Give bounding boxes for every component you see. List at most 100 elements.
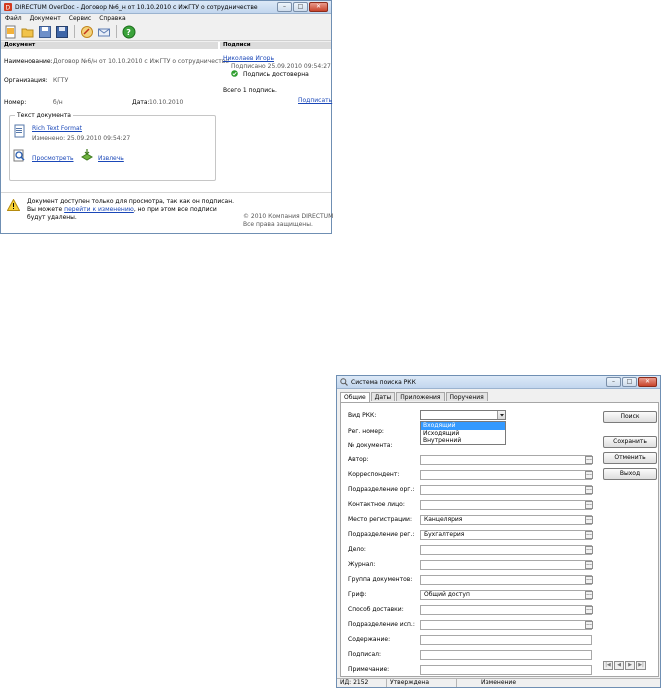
warning-line-2-prefix: Вы можете	[27, 206, 65, 213]
status-mode: Изменение	[481, 679, 517, 686]
close-button[interactable]: ✕	[638, 377, 657, 387]
note-field[interactable]	[420, 665, 592, 675]
kind-select[interactable]	[420, 410, 506, 420]
correspondent-field[interactable]	[420, 470, 592, 480]
tab-dates[interactable]: Даты	[370, 392, 396, 401]
rtf-file-icon	[14, 124, 25, 138]
author-field[interactable]	[420, 455, 592, 465]
overdoc-window: D DIRECTUM OverDoc - Договор №6_н от 10.…	[0, 0, 333, 234]
menu-service[interactable]: Сервис	[69, 15, 91, 22]
kind-option-outgoing[interactable]: Исходящий	[421, 430, 505, 438]
signed-label: Подписал:	[348, 651, 381, 658]
org-division-field[interactable]	[420, 485, 592, 495]
tab-attachments[interactable]: Приложения	[396, 392, 445, 401]
exec-division-field[interactable]	[420, 620, 592, 630]
correspondent-lookup-button[interactable]: ...	[585, 471, 593, 479]
contact-label: Контактное лицо:	[348, 501, 405, 508]
warning-line-1: Документ доступен только для просмотра, …	[27, 198, 235, 205]
view-magnifier-icon[interactable]	[13, 149, 26, 162]
help-icon[interactable]: ?	[122, 25, 136, 39]
case-lookup-button[interactable]: ...	[585, 546, 593, 554]
go-to-edit-link[interactable]: перейти к изменению	[64, 206, 134, 213]
send-mail-icon[interactable]	[97, 25, 111, 39]
menu-bar: Файл Документ Сервис Справка	[1, 14, 331, 23]
signature-status: Подпись достоверна	[243, 71, 309, 78]
stamp-field[interactable]: Общий доступ	[420, 590, 592, 600]
contact-field[interactable]	[420, 500, 592, 510]
maximize-button[interactable]: □	[622, 377, 637, 387]
menu-document[interactable]: Документ	[30, 15, 61, 22]
author-lookup-button[interactable]: ...	[585, 456, 593, 464]
kind-dropdown-list: Входящий Исходящий Внутренний	[420, 421, 506, 445]
document-body: Документ Подписи Наименование: Договор №…	[1, 42, 332, 192]
reg-division-lookup-button[interactable]: ...	[585, 531, 593, 539]
menu-file[interactable]: Файл	[5, 15, 22, 22]
svg-text:D: D	[6, 5, 11, 12]
exec-division-lookup-button[interactable]: ...	[585, 621, 593, 629]
minimize-button[interactable]: –	[277, 2, 292, 12]
menu-help[interactable]: Справка	[99, 15, 125, 22]
chevron-down-icon[interactable]	[497, 411, 505, 419]
case-field[interactable]	[420, 545, 592, 555]
name-label: Наименование:	[4, 58, 53, 65]
overdoc-titlebar: D DIRECTUM OverDoc - Договор №6_н от 10.…	[1, 1, 331, 14]
date-value: 10.10.2010	[149, 99, 184, 106]
new-document-icon[interactable]	[4, 25, 18, 39]
next-record-icon[interactable]: ▶	[625, 661, 635, 670]
kind-option-incoming[interactable]: Входящий	[421, 422, 505, 430]
close-button[interactable]: ✕	[309, 2, 328, 12]
organization-label: Организация:	[4, 77, 48, 84]
journal-lookup-button[interactable]: ...	[585, 561, 593, 569]
author-label: Автор:	[348, 456, 369, 463]
total-signatures: Всего 1 подпись.	[223, 87, 277, 94]
journal-field[interactable]	[420, 560, 592, 570]
save-icon[interactable]	[38, 25, 52, 39]
reg-place-field[interactable]: Канцелярия	[420, 515, 592, 525]
status-bar: ИД: 2152 Утверждена Изменение	[337, 678, 660, 687]
kind-option-internal[interactable]: Внутренний	[421, 437, 505, 445]
exit-button[interactable]: Выход	[603, 468, 657, 480]
first-record-icon[interactable]: |◀	[603, 661, 613, 670]
rtf-file-link[interactable]: Rich Text Format	[32, 125, 82, 132]
maximize-button[interactable]: □	[293, 2, 308, 12]
org-division-lookup-button[interactable]: ...	[585, 486, 593, 494]
warning-line-2: Вы можете перейти к изменению, но при эт…	[27, 206, 217, 213]
reg-division-label: Подразделение рег.:	[348, 531, 415, 538]
prev-record-icon[interactable]: ◀	[614, 661, 624, 670]
stamp-label: Гриф:	[348, 591, 367, 598]
doc-group-field[interactable]	[420, 575, 592, 585]
tab-assignments[interactable]: Поручения	[445, 392, 488, 401]
search-button[interactable]: Поиск	[603, 411, 657, 423]
sign-link[interactable]: Подписать	[298, 97, 332, 104]
doc-group-label: Группа документов:	[348, 576, 413, 583]
signer-name-link[interactable]: Николаев Игорь	[223, 55, 274, 62]
tab-general[interactable]: Общие	[340, 392, 370, 402]
name-value: Договор №6/н от 10.10.2010 с ИжГТУ о сот…	[53, 58, 229, 65]
signed-field[interactable]	[420, 650, 592, 660]
warning-footer: Документ доступен только для просмотра, …	[1, 192, 333, 233]
doc-group-lookup-button[interactable]: ...	[585, 576, 593, 584]
extract-link[interactable]: Извлечь	[98, 155, 124, 162]
extract-icon[interactable]	[80, 148, 94, 162]
view-link[interactable]: Просмотреть	[32, 155, 74, 162]
journal-label: Журнал:	[348, 561, 376, 568]
delivery-lookup-button[interactable]: ...	[585, 606, 593, 614]
record-navigation: |◀ ◀ ▶ ▶|	[603, 661, 646, 670]
save-as-icon[interactable]	[55, 25, 69, 39]
contact-lookup-button[interactable]: ...	[585, 501, 593, 509]
stamp-lookup-button[interactable]: ...	[585, 591, 593, 599]
reg-division-field[interactable]: Бухгалтерия	[420, 530, 592, 540]
reg-number-label: Рег. номер:	[348, 428, 384, 435]
content-field[interactable]	[420, 635, 592, 645]
last-record-icon[interactable]: ▶|	[636, 661, 646, 670]
toolbar-separator	[116, 25, 117, 38]
save-button[interactable]: Сохранить	[603, 436, 657, 448]
open-folder-icon[interactable]	[21, 25, 35, 39]
status-id: ИД: 2152	[337, 679, 387, 687]
minimize-button[interactable]: –	[606, 377, 621, 387]
kind-label: Вид РКК:	[348, 412, 377, 419]
reg-place-lookup-button[interactable]: ...	[585, 516, 593, 524]
cancel-button[interactable]: Отменить	[603, 452, 657, 464]
sign-document-icon[interactable]	[80, 25, 94, 39]
delivery-field[interactable]	[420, 605, 592, 615]
